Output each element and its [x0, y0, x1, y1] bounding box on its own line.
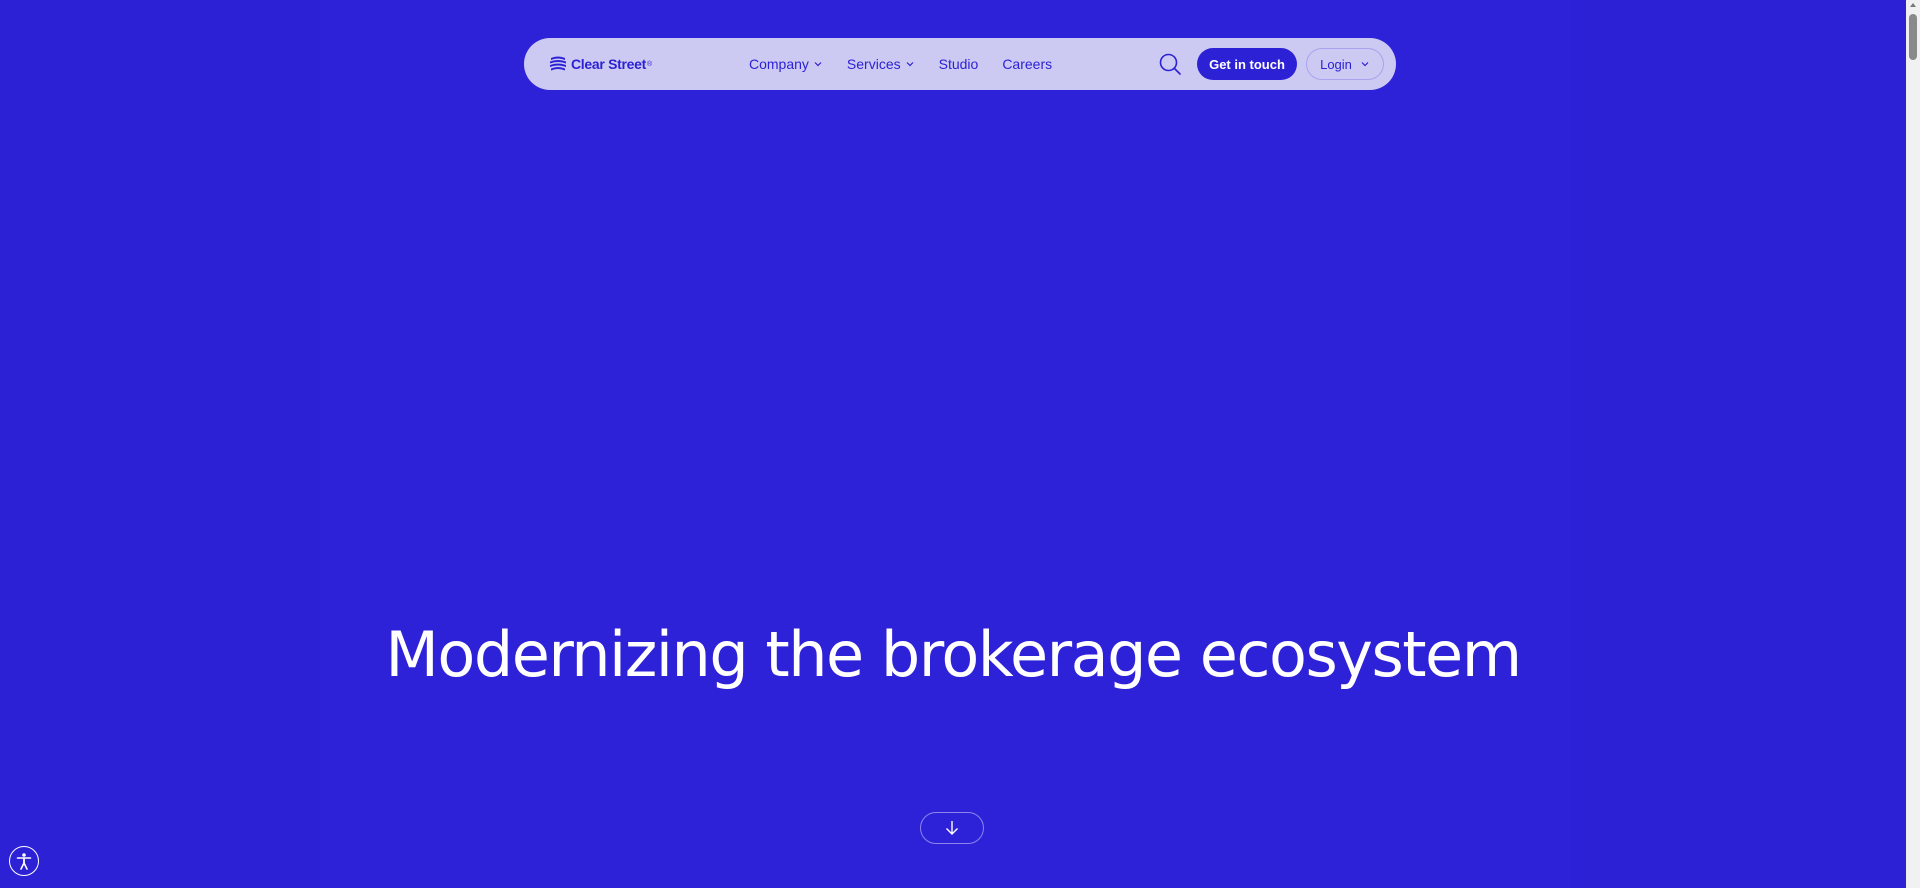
nav-item-careers[interactable]: Careers — [1002, 56, 1052, 72]
scrollbar-thumb[interactable] — [1909, 14, 1917, 60]
vertical-scrollbar[interactable] — [1906, 0, 1920, 888]
nav-item-studio[interactable]: Studio — [939, 56, 979, 72]
nav-item-label: Careers — [1002, 56, 1053, 72]
registered-mark: ® — [647, 60, 653, 68]
page: Clear Street ® Company Services Studio C… — [0, 0, 1920, 888]
clear-street-logo[interactable]: Clear Street ® — [548, 52, 652, 76]
get-in-touch-button[interactable]: Get in touch — [1197, 48, 1297, 80]
nav-item-company[interactable]: Company — [749, 56, 823, 72]
accessibility-icon — [16, 853, 32, 870]
chevron-down-icon — [906, 62, 914, 67]
chevron-down-icon — [814, 62, 822, 67]
hero-background — [320, 0, 1570, 888]
hero-headline: Modernizing the brokerage ecosystem — [385, 618, 1522, 691]
nav-item-label: Company — [749, 56, 809, 72]
logo-text: Clear Street — [571, 56, 646, 72]
nav-item-services[interactable]: Services — [847, 56, 915, 72]
chevron-down-icon — [1361, 62, 1369, 67]
scroll-up-arrow-icon[interactable] — [1910, 3, 1916, 7]
scroll-down-button[interactable] — [920, 812, 984, 844]
login-button[interactable]: Login — [1306, 48, 1384, 80]
nav-item-label: Services — [846, 56, 901, 72]
nav-item-label: Studio — [938, 56, 979, 72]
nav-links: Company Services Studio Careers — [749, 38, 1076, 90]
top-navigation: Clear Street ® Company Services Studio C… — [524, 38, 1396, 90]
login-label: Login — [1320, 56, 1352, 72]
arrow-down-icon — [946, 821, 958, 835]
logo-mark-icon — [550, 56, 566, 71]
accessibility-button[interactable] — [9, 846, 39, 876]
search-icon[interactable] — [1158, 52, 1182, 76]
